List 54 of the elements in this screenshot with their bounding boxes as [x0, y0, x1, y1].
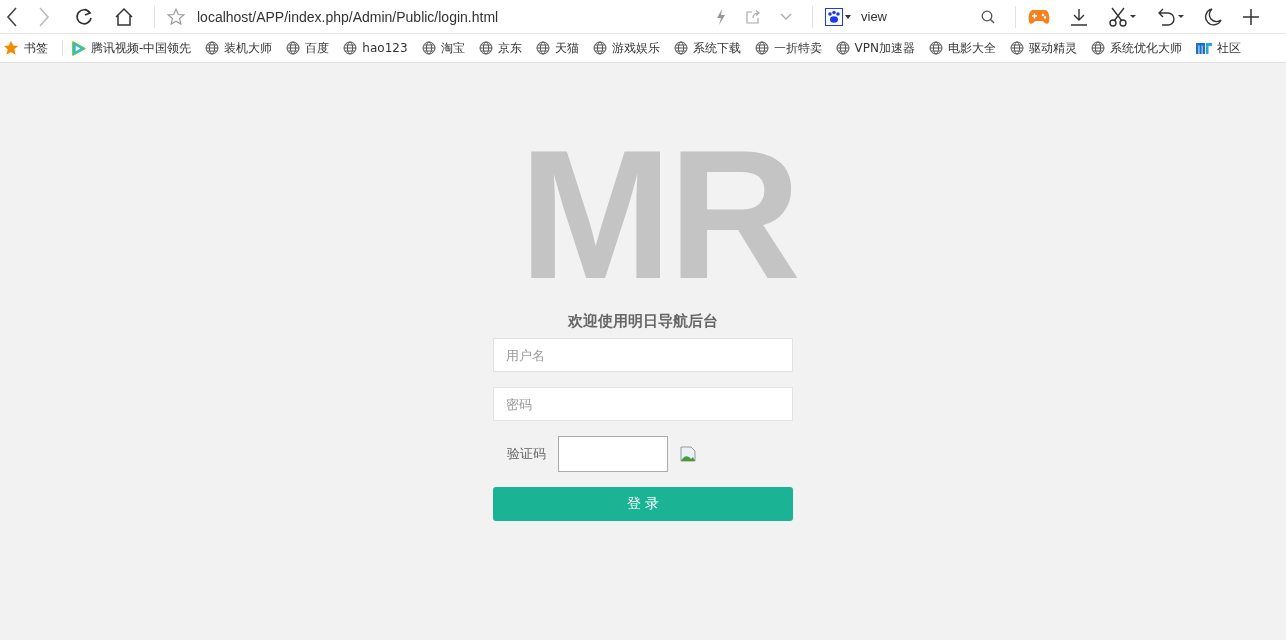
globe-icon: [1091, 41, 1105, 55]
star-icon: [3, 40, 19, 56]
broken-image-icon: [680, 446, 696, 462]
captcha-label: 验证码: [507, 445, 546, 463]
globe-icon: [343, 41, 358, 55]
captcha-field[interactable]: [558, 436, 668, 472]
globe-icon: [205, 41, 220, 55]
bookmark-link[interactable]: 百度: [286, 39, 330, 57]
lightning-icon[interactable]: [716, 8, 726, 25]
password-field[interactable]: 密码: [493, 387, 793, 421]
bookmark-link[interactable]: 天猫: [535, 39, 579, 57]
mr-logo-icon: [1196, 42, 1212, 54]
bookmark-link[interactable]: 书签: [3, 39, 48, 57]
address-bar[interactable]: localhost/APP/index.php/Admin/Public/login.html: [197, 8, 716, 25]
moon-icon[interactable]: [1204, 7, 1222, 26]
star-icon[interactable]: [167, 7, 185, 26]
bookmark-link[interactable]: 系统下载: [673, 39, 741, 57]
scissors-icon[interactable]: [1108, 6, 1136, 27]
search-field[interactable]: view: [861, 9, 981, 24]
globe-icon: [286, 41, 301, 55]
bookmark-link[interactable]: 京东: [478, 39, 522, 57]
bookmark-link[interactable]: 社区: [1196, 39, 1241, 57]
bookmark-link[interactable]: hao123: [343, 41, 408, 55]
bookmark-link[interactable]: 装机大师: [205, 39, 273, 57]
bookmark-link[interactable]: 游戏娱乐: [592, 39, 660, 57]
undo-icon[interactable]: [1156, 6, 1184, 27]
bookmark-link[interactable]: 淘宝: [421, 39, 465, 57]
paw-icon[interactable]: [825, 7, 843, 26]
globe-icon: [592, 41, 607, 55]
globe-icon: [673, 41, 688, 55]
bookmark-link[interactable]: VPN加速器: [835, 39, 915, 57]
bookmark-link[interactable]: 腾讯视频-中国领先: [71, 39, 192, 57]
globe-icon: [535, 41, 550, 55]
globe-icon: [929, 41, 943, 55]
reload-icon[interactable]: [74, 6, 94, 27]
bookmark-link[interactable]: 电影大全: [929, 39, 996, 57]
play-icon: [71, 40, 86, 56]
bookmark-link[interactable]: 一折特卖: [754, 39, 822, 57]
globe-icon: [754, 41, 769, 55]
login-title: 欢迎使用明日导航后台: [568, 311, 718, 331]
bookmark-link[interactable]: 系统优化大师: [1091, 39, 1182, 57]
globe-icon: [835, 41, 850, 55]
globe-icon: [478, 41, 493, 55]
search-icon[interactable]: [981, 9, 995, 24]
download-icon[interactable]: [1070, 7, 1088, 26]
gamepad-icon[interactable]: [1028, 8, 1050, 25]
plus-icon[interactable]: [1242, 7, 1260, 26]
caret-icon[interactable]: [845, 14, 851, 19]
back-icon[interactable]: [6, 6, 18, 27]
globe-icon: [1010, 41, 1024, 55]
bookmark-link[interactable]: 驱动精灵: [1010, 39, 1077, 57]
globe-icon: [421, 41, 436, 55]
username-field[interactable]: 用户名: [493, 338, 793, 372]
home-icon[interactable]: [114, 6, 134, 27]
